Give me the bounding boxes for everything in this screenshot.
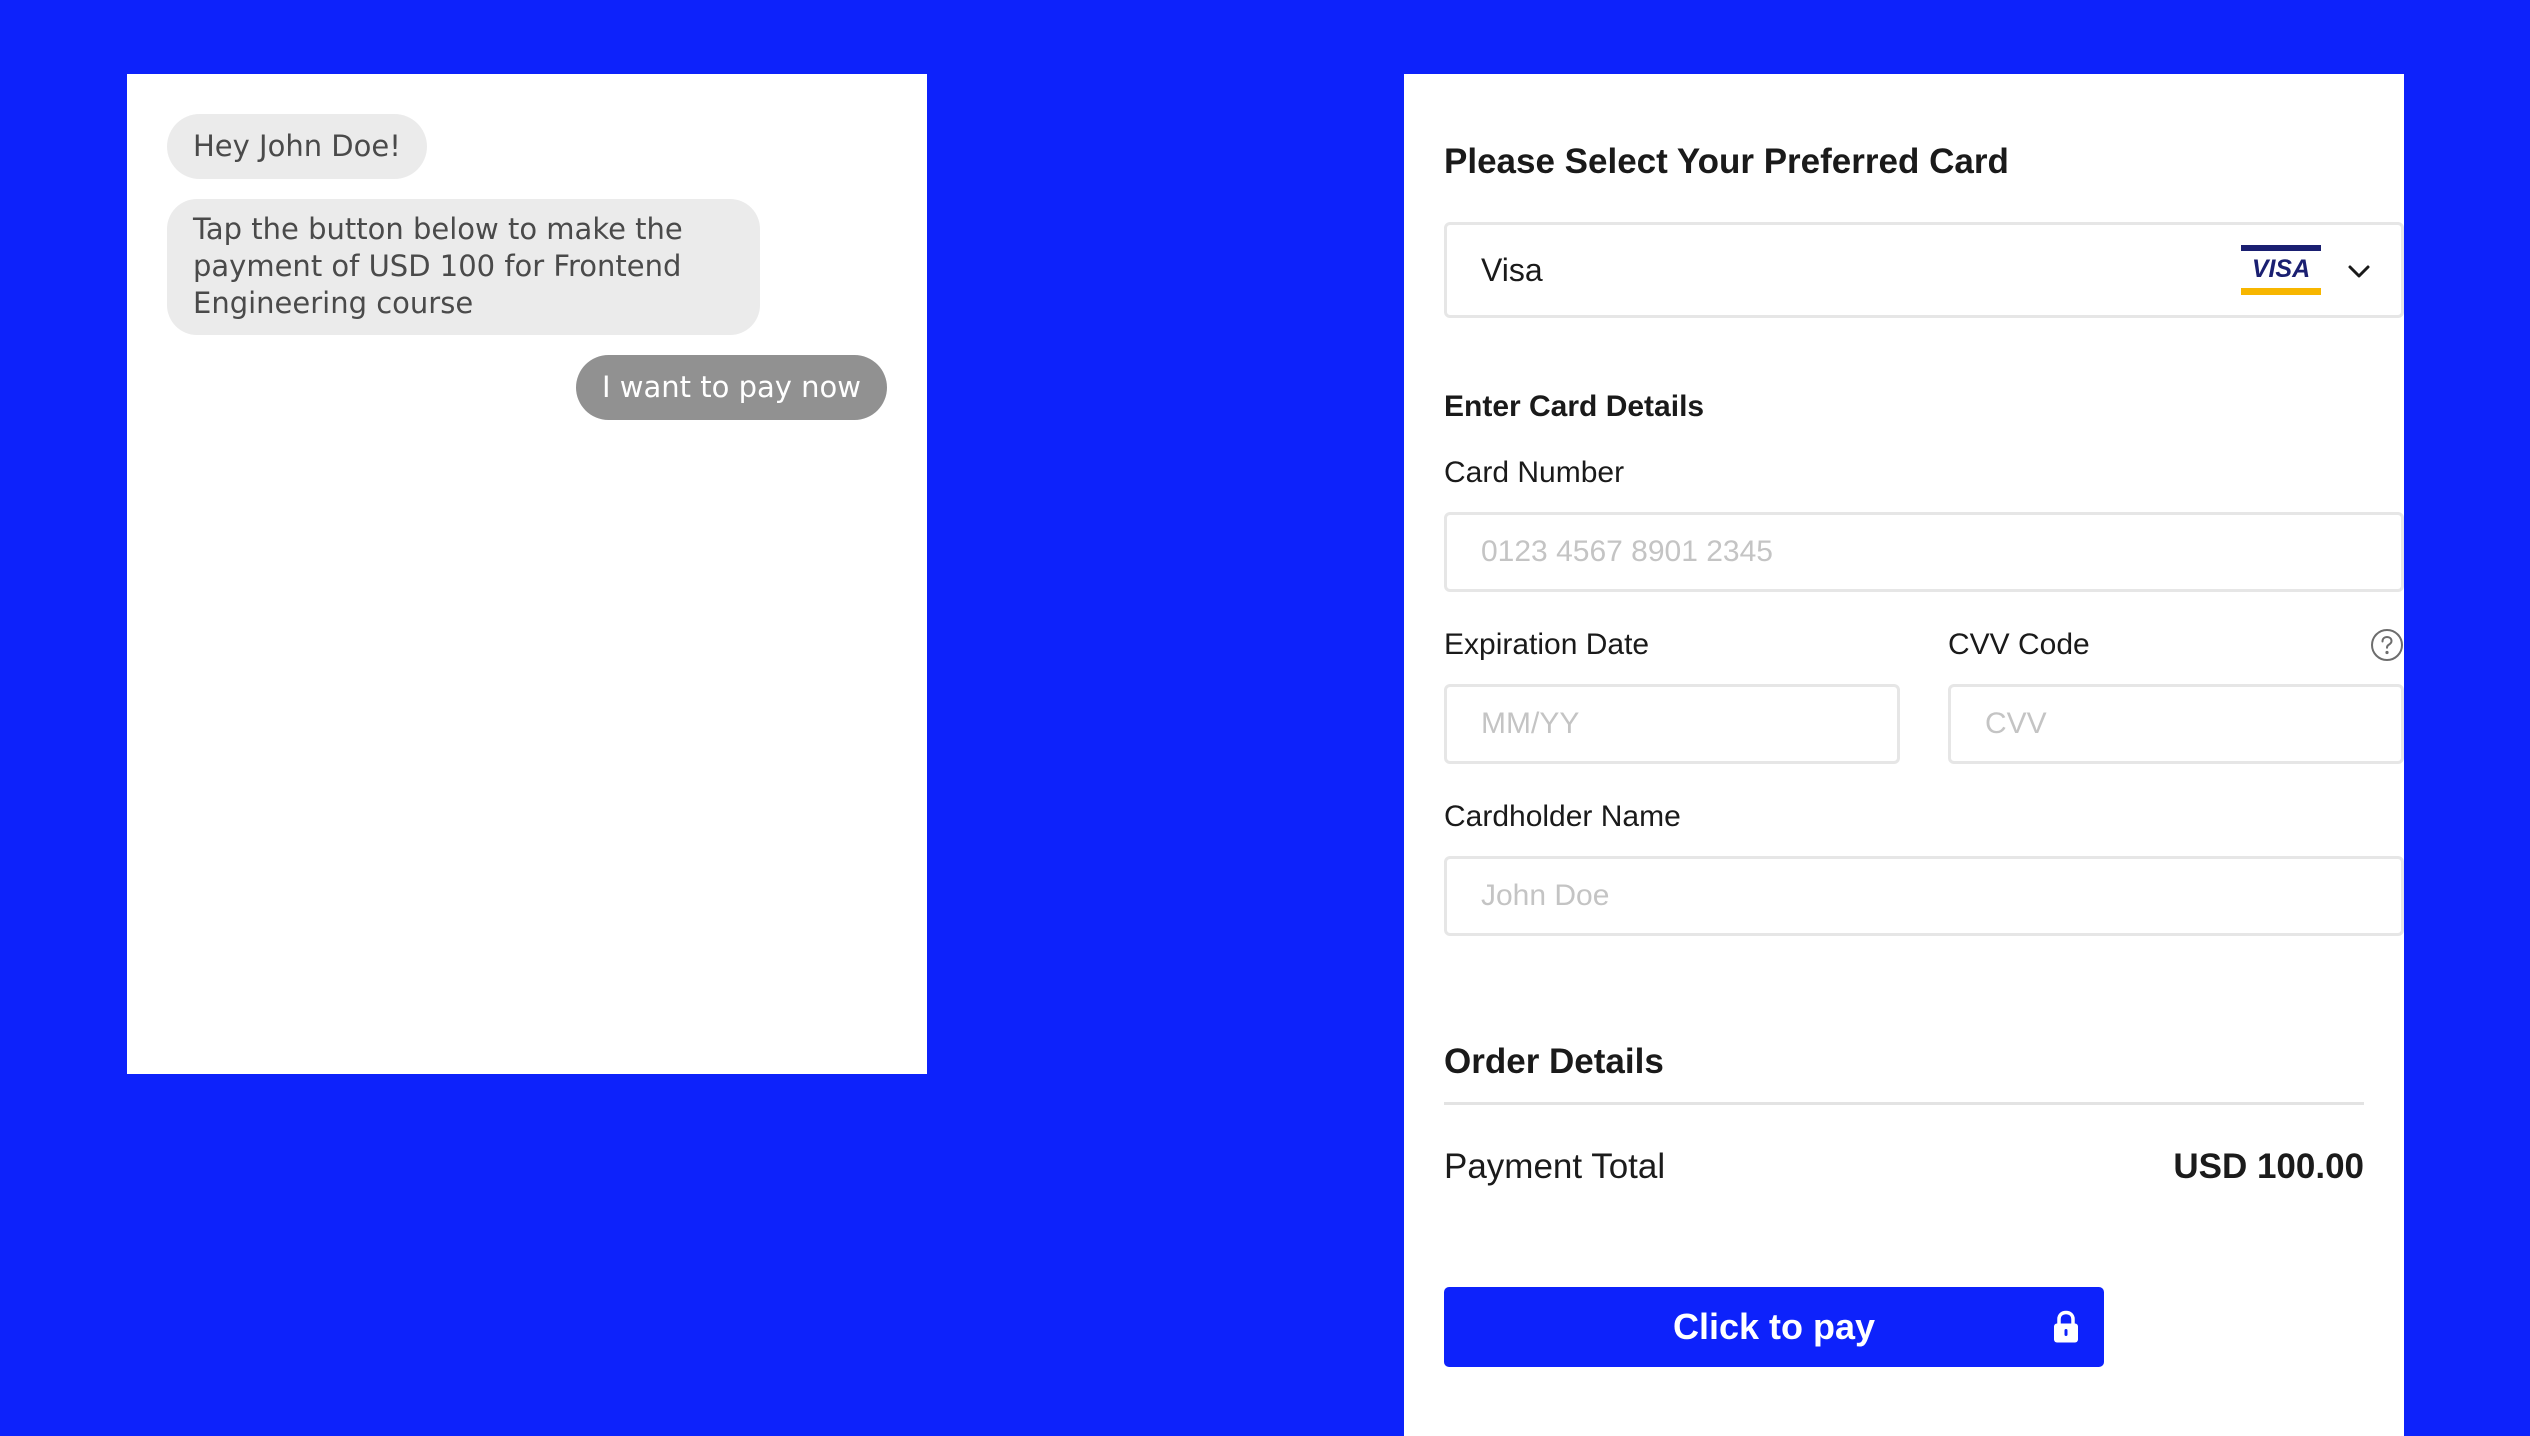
cardholder-label: Cardholder Name (1444, 800, 1681, 833)
payment-total-row: Payment Total USD 100.00 (1444, 1145, 2364, 1189)
card-type-value: Visa (1481, 251, 1543, 288)
card-number-input[interactable] (1444, 512, 2404, 592)
bot-message-bubble: Hey John Doe! (167, 114, 427, 179)
bot-message-bubble: Tap the button below to make the payment… (167, 199, 760, 335)
divider (1444, 1102, 2364, 1105)
cvv-group: CVV Code (1948, 626, 2404, 764)
expiration-group: Expiration Date (1444, 626, 1948, 764)
card-type-dropdown[interactable]: Visa VISA (1444, 222, 2404, 318)
user-message-bubble[interactable]: I want to pay now (576, 355, 887, 420)
lock-icon (2054, 1310, 2078, 1343)
cvv-input[interactable] (1948, 684, 2404, 764)
chat-panel: Hey John Doe! Tap the button below to ma… (127, 74, 927, 1074)
payment-total-amount: USD 100.00 (2173, 1147, 2364, 1186)
card-details-heading: Enter Card Details (1444, 390, 1705, 423)
chevron-down-icon[interactable] (2347, 261, 2371, 281)
pay-button-label: Click to pay (1672, 1306, 1876, 1347)
chat-row: I want to pay now (167, 355, 887, 440)
card-number-label: Card Number (1444, 456, 1625, 489)
payment-total-label: Payment Total (1444, 1147, 1666, 1186)
pay-button[interactable]: Click to pay (1444, 1287, 2104, 1367)
expiration-label: Expiration Date (1444, 628, 1650, 661)
cvv-label: CVV Code (1948, 628, 2090, 661)
payment-panel: Please Select Your Preferred Card Visa V… (1404, 74, 2404, 1436)
expiration-input[interactable] (1444, 684, 1900, 764)
cardholder-input[interactable] (1444, 856, 2404, 936)
help-icon[interactable] (2370, 628, 2404, 662)
card-select-title: Please Select Your Preferred Card (1444, 142, 2009, 181)
chat-row: Hey John Doe! (167, 114, 887, 199)
visa-logo-icon: VISA (2241, 245, 2321, 295)
chat-row: Tap the button below to make the payment… (167, 199, 887, 355)
order-details-heading: Order Details (1444, 1042, 1664, 1081)
expiry-cvv-row: Expiration Date CVV Code (1444, 626, 2404, 764)
